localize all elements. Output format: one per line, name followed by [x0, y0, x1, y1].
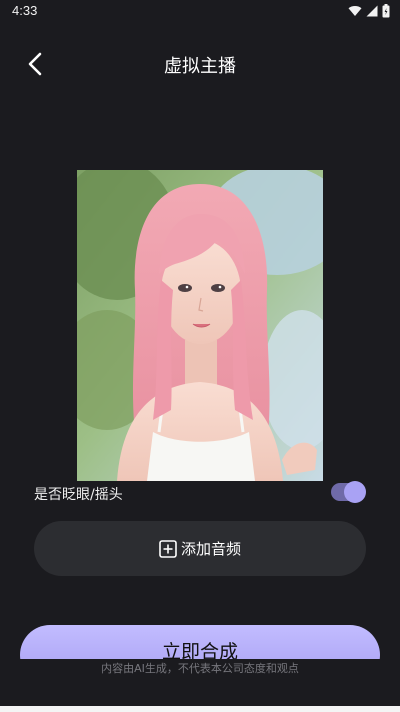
add-audio-label: 添加音频 [180, 540, 241, 558]
bottom-strip [0, 706, 400, 712]
status-bar: 4:33 [0, 0, 400, 24]
wifi-icon [348, 6, 362, 16]
status-time: 4:33 [12, 3, 38, 18]
plus-square-icon [159, 539, 177, 558]
status-icons [348, 4, 390, 18]
add-audio-button[interactable]: 添加音频 [34, 521, 366, 576]
blink-option-label: 是否眨眼/摇头 [34, 487, 123, 503]
blink-toggle-switch[interactable] [331, 481, 366, 503]
battery-icon [382, 4, 390, 18]
signal-icon [366, 5, 378, 17]
page-title: 虚拟主播 [164, 56, 236, 77]
virtual-anchor-screen: 4:33 虚拟主播 是否眨眼/摇头 添加音频 立即合成 内容由AI生成，不代表本… [0, 0, 400, 712]
avatar-image [77, 170, 323, 481]
ai-disclaimer: 内容由AI生成，不代表本公司态度和观点 [101, 662, 299, 675]
toggle-knob [344, 481, 366, 503]
avatar-portrait [77, 170, 323, 481]
